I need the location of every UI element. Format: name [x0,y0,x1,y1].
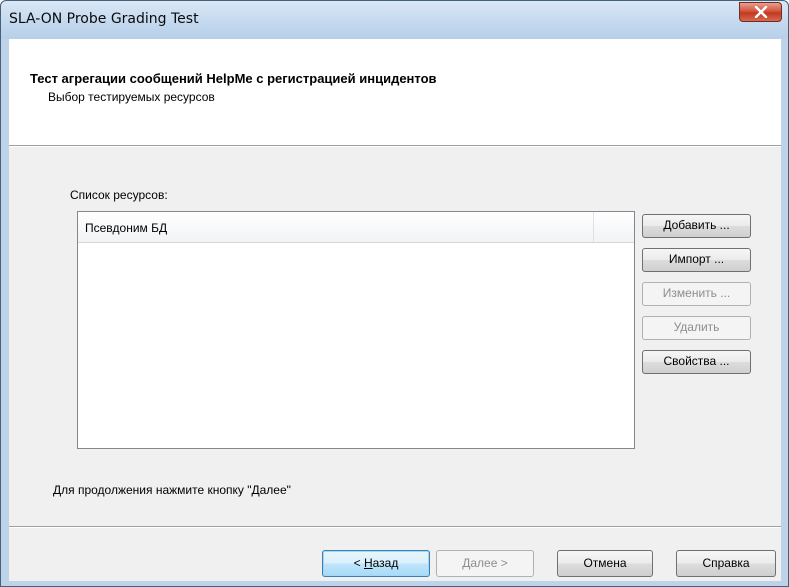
next-button[interactable]: Далее > [436,550,534,577]
back-mnemonic: Н [363,556,373,570]
column-header-label: Псевдоним БД [85,221,168,235]
window-title: SLA-ON Probe Grading Test [9,11,199,27]
wizard-window: SLA-ON Probe Grading Test Тест агрегации… [0,0,789,587]
resource-list[interactable]: Псевдоним БД [77,211,635,449]
page-title: Тест агрегации сообщений HelpMe с регист… [30,71,437,86]
back-prefix: < [353,556,364,570]
delete-button[interactable]: Удалить [642,316,751,340]
add-button[interactable]: Добавить ... [642,214,751,238]
next-rest: алее > [470,556,508,570]
back-rest: азад [372,556,399,570]
help-button[interactable]: Справка [676,550,776,577]
dialog-client-area: Тест агрегации сообщений HelpMe с регист… [9,39,781,581]
resource-list-label: Список ресурсов: [70,188,168,202]
cancel-button[interactable]: Отмена [557,550,653,577]
resource-list-header: Псевдоним БД [78,212,634,243]
continue-hint: Для продолжения нажмите кнопку "Далее" [53,483,291,497]
header-divider [9,145,781,147]
title-bar[interactable]: SLA-ON Probe Grading Test [1,1,788,39]
back-button[interactable]: < Назад [322,550,430,577]
close-icon [754,6,768,18]
import-button[interactable]: Импорт ... [642,248,751,272]
column-header-db-alias[interactable]: Псевдоним БД [78,212,594,242]
page-subtitle: Выбор тестируемых ресурсов [48,90,215,104]
edit-button[interactable]: Изменить ... [642,282,751,306]
wizard-header: Тест агрегации сообщений HelpMe с регист… [9,39,781,145]
close-button[interactable] [739,2,782,22]
properties-button[interactable]: Свойства ... [642,350,751,374]
footer-divider [9,526,781,528]
